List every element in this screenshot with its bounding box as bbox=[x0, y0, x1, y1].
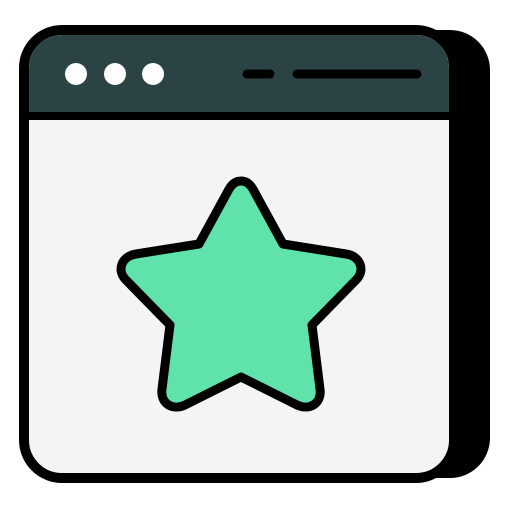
browser-star-illustration bbox=[19, 25, 490, 483]
dot-icon bbox=[142, 63, 164, 85]
dot-icon bbox=[65, 63, 87, 85]
icon-canvas bbox=[0, 0, 512, 512]
dot-icon bbox=[104, 63, 126, 85]
